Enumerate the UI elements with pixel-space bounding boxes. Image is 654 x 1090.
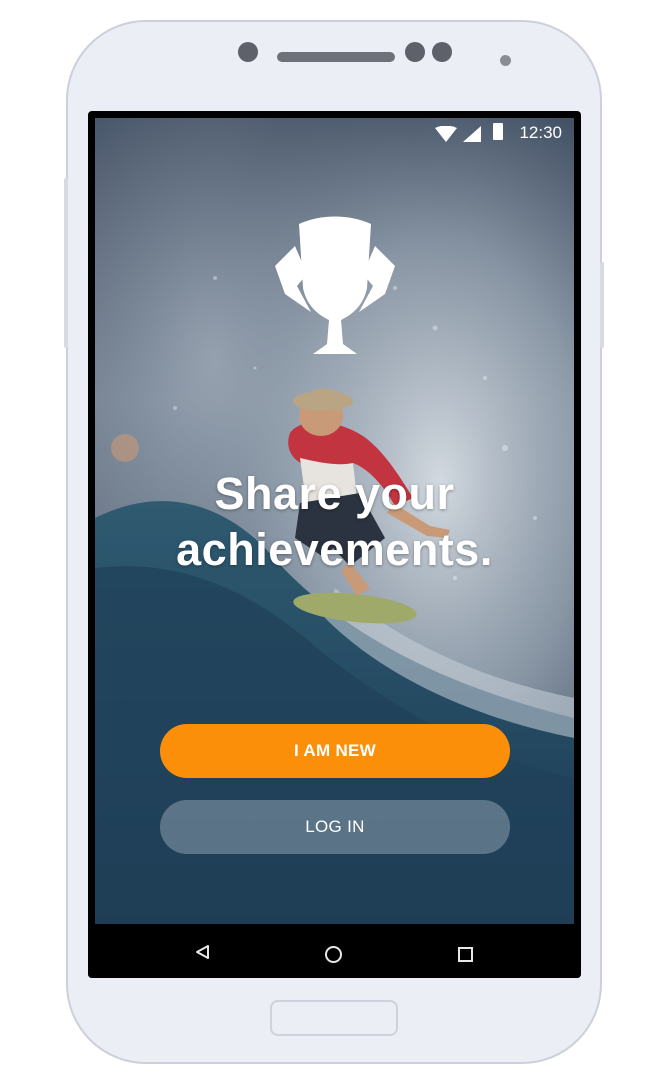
volume-button <box>64 178 68 348</box>
headline-line-2: achievements. <box>176 524 493 575</box>
proximity-sensor <box>500 55 511 66</box>
app-display: 12:30 Share your achievements. I AM NEW … <box>95 118 574 924</box>
cellular-signal-icon <box>463 126 481 142</box>
back-icon[interactable] <box>195 944 210 960</box>
i-am-new-button[interactable]: I AM NEW <box>160 724 510 778</box>
navigation-bar <box>88 924 581 978</box>
log-in-button[interactable]: LOG IN <box>160 800 510 854</box>
headline: Share your achievements. <box>95 466 574 578</box>
wifi-icon <box>435 126 457 142</box>
status-time: 12:30 <box>519 123 562 142</box>
headline-line-1: Share your <box>214 468 455 519</box>
battery-icon <box>493 123 503 140</box>
front-camera <box>238 42 258 62</box>
trophy-icon <box>275 216 395 354</box>
power-button <box>600 262 604 348</box>
phone-screen: 12:30 Share your achievements. I AM NEW … <box>88 111 581 978</box>
home-icon[interactable] <box>325 946 342 963</box>
speaker-grille <box>277 52 395 62</box>
camera-sensor-right <box>432 42 452 62</box>
status-bar: 12:30 <box>95 118 574 148</box>
hardware-home-button[interactable] <box>270 1000 398 1036</box>
recent-apps-icon[interactable] <box>458 947 473 962</box>
camera-sensor-left <box>405 42 425 62</box>
